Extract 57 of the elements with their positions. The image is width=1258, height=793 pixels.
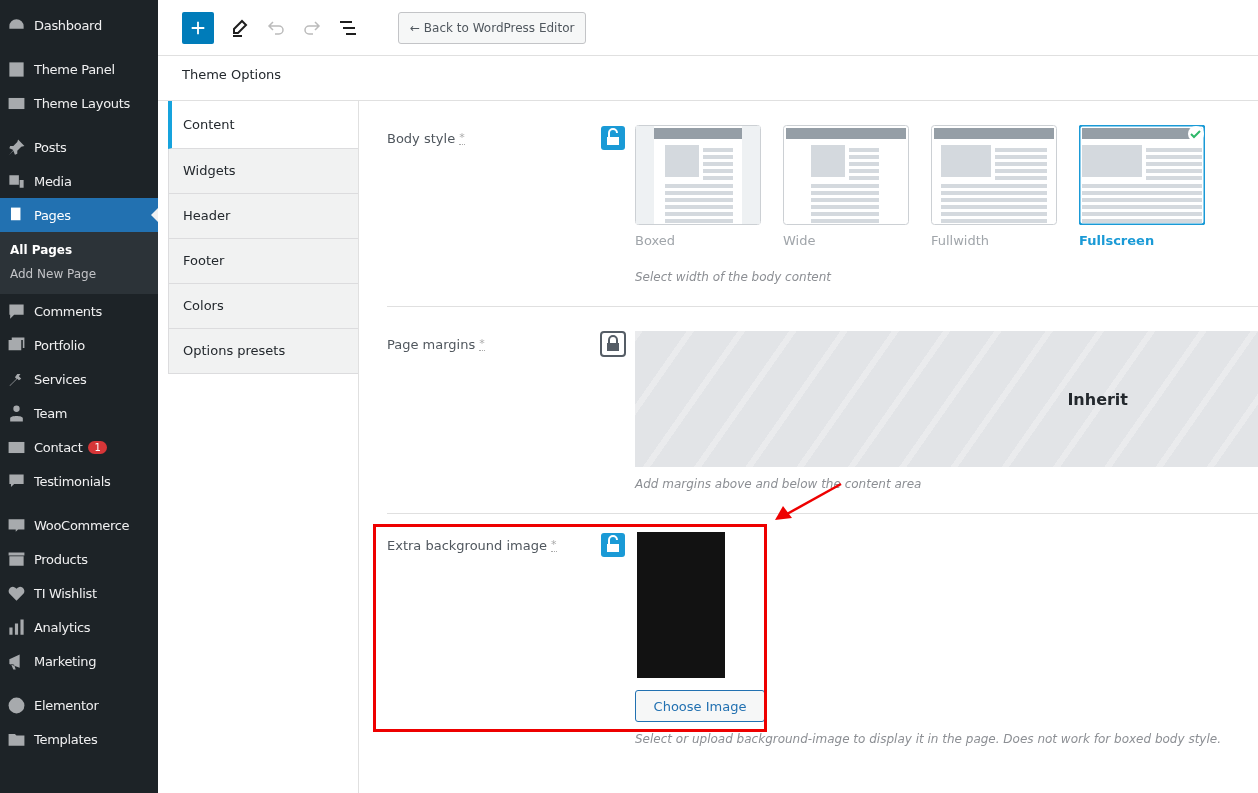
pen-icon[interactable] [230,17,250,38]
layout-thumbnail[interactable] [1079,125,1205,225]
setting-label: Body style * [387,130,466,148]
sidebar-item[interactable]: Testimonials [0,464,158,498]
sidebar-item[interactable]: Templates [0,722,158,756]
sidebar-item[interactable]: Portfolio [0,328,158,362]
sidebar-item[interactable]: Analytics [0,610,158,644]
menu-icon [7,137,26,157]
lock-icon[interactable] [600,125,626,151]
back-button[interactable]: ← Back to WordPress Editor [398,11,587,44]
tab[interactable]: Colors [168,284,358,329]
sidebar-item[interactable]: Services [0,362,158,396]
submenu-item[interactable]: Add New Page [0,262,158,286]
tab[interactable]: Header [168,194,358,239]
sidebar-item[interactable]: Marketing [0,644,158,678]
menu-icon [7,695,26,715]
layout-option-label: Fullscreen [1079,233,1156,248]
setting-hint: Add margins above and below the content area [635,477,923,491]
lock-icon[interactable] [600,532,626,558]
setting-label: Extra background image * [387,537,558,555]
layout-option-label: Fullwidth [931,233,991,248]
sidebar-item[interactable]: TI Wishlist [0,576,158,610]
sidebar-item[interactable]: WooCommerce [0,508,158,542]
sidebar-item[interactable]: Posts [0,130,158,164]
submenu-item[interactable]: All Pages [0,238,158,262]
layout-thumbnail[interactable] [931,125,1057,225]
tab[interactable]: Content [168,101,358,149]
sidebar-item[interactable]: Theme Layouts [0,86,158,120]
sidebar-item[interactable]: Elementor [0,688,158,722]
menu-icon [7,59,26,79]
sidebar-item[interactable]: Comments [0,294,158,328]
lock-icon[interactable] [600,331,626,357]
sidebar-item[interactable]: Team [0,396,158,430]
menu-icon [7,617,26,637]
layout-thumbnail[interactable] [783,125,909,225]
sidebar-item[interactable]: Pages [0,198,158,232]
notification-badge: 1 [88,440,107,454]
menu-icon [7,301,26,321]
setting-hint: Select or upload background-image to display it in the page. Does not work for boxed body style. [635,732,1222,746]
sidebar-item[interactable]: Theme Panel [0,52,158,86]
choose-image-button[interactable]: Choose Image [635,690,765,722]
tab[interactable]: Footer [168,239,358,284]
sidebar-item[interactable]: Media [0,164,158,198]
setting-label: Page margins * [387,336,486,354]
tab[interactable]: Widgets [168,149,358,194]
sidebar-item[interactable]: Dashboard [0,8,158,42]
add-button[interactable] [182,11,214,44]
menu-icon [7,403,26,423]
sidebar-item[interactable]: Contact 1 [0,430,158,464]
sidebar-item[interactable]: Products [0,542,158,576]
layout-thumbnail[interactable] [635,125,761,225]
tab[interactable]: Options presets [168,329,358,374]
menu-icon [7,549,26,569]
layout-option-label: Wide [783,233,817,248]
inherit-label: Inherit [1067,389,1128,409]
layout-option-label: Boxed [635,233,676,248]
setting-hint: Select width of the body content [635,270,833,284]
